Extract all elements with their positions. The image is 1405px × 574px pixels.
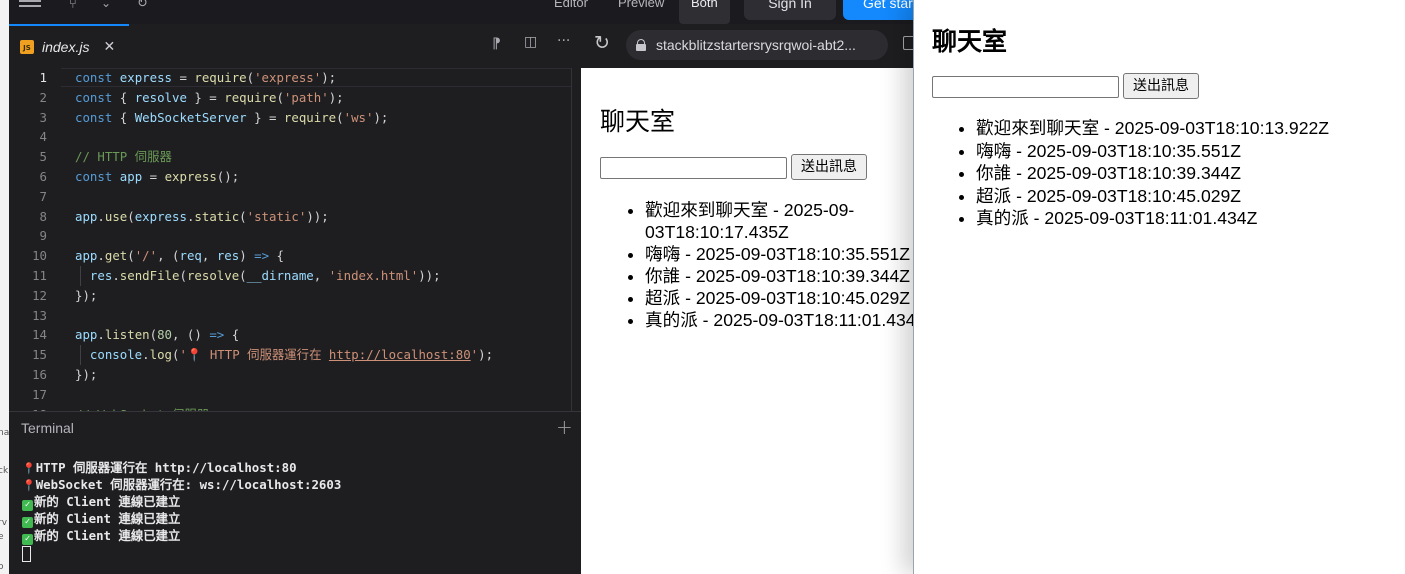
code-line: 4 [39, 129, 47, 145]
terminal-line: ✓ 新的 Client 連線已建立 [22, 511, 341, 528]
terminal-panel[interactable]: Terminal + 📍HTTP 伺服器運行在 http://localhost… [9, 411, 581, 574]
terminal-line: ✓ 新的 Client 連線已建立 [22, 494, 341, 511]
message-item: 歡迎來到聊天室 - 2025-09-03T18:10:13.922Z [976, 117, 1329, 140]
split-editor-icon[interactable]: ◫ [524, 34, 537, 50]
popup-browser-window: 聊天室 送出訊息 歡迎來到聊天室 - 2025-09-03T18:10:13.9… [913, 0, 1405, 574]
top-toolbar: ⑂ ⌄ ↻ Editor Preview Both Sign In Get st… [9, 0, 933, 24]
code-line: 17 [32, 386, 47, 402]
code-line: 7 [39, 188, 47, 204]
tab-both[interactable]: Both [679, 0, 730, 24]
reload-icon[interactable]: ↻ [594, 32, 610, 54]
message-item: 超派 - 2025-09-03T18:10:45.029Z [645, 287, 913, 309]
message-list: 歡迎來到聊天室 - 2025-09-03T18:10:13.922Z 嗨嗨 - … [956, 117, 1329, 230]
message-item: 你誰 - 2025-09-03T18:10:39.344Z [645, 265, 913, 287]
add-terminal-icon[interactable]: + [556, 415, 573, 439]
message-item: 嗨嗨 - 2025-09-03T18:10:35.551Z [976, 140, 1329, 163]
code-line: 3 const { WebSocketServer } = require('ws… [39, 109, 389, 125]
message-item: 歡迎來到聊天室 - 2025-09-03T18:10:17.435Z [645, 199, 875, 243]
terminal-title: Terminal [21, 420, 74, 436]
message-input[interactable] [600, 157, 787, 179]
check-icon: ✓ [22, 500, 33, 511]
message-item: 真的派 - 2025-09-03T18:11:01.434Z [645, 309, 913, 331]
terminal-output: 📍HTTP 伺服器運行在 http://localhost:80 📍WebSoc… [22, 460, 341, 566]
send-message-button[interactable]: 送出訊息 [1123, 73, 1199, 99]
code-line: 5// HTTP 伺服器 [39, 149, 172, 165]
terminal-line: 📍HTTP 伺服器運行在 http://localhost:80 [22, 460, 297, 475]
code-line: 8 app.use(express.static('static')); [39, 208, 329, 224]
code-line: 13 [32, 307, 47, 323]
tab-editor[interactable]: Editor [542, 0, 600, 24]
more-options-icon[interactable]: ··· [557, 33, 570, 49]
javascript-file-icon: JS [20, 40, 34, 54]
editor-tab-bar: JS index.js ✕ ⁋ ◫ ··· ↻ stackblitzstarte… [9, 24, 915, 68]
preview-url: stackblitzstartersrysrqwoi-abt2... [656, 37, 856, 53]
background-window-edge: na ck rv e o [0, 0, 9, 574]
lock-icon [636, 39, 646, 51]
file-tab-label: index.js [42, 39, 90, 55]
code-line: 1 const express = require('express'); [39, 70, 337, 85]
code-editor[interactable]: 1 const express = require('express'); 2 co… [9, 68, 581, 411]
message-item: 真的派 - 2025-09-03T18:11:01.434Z [976, 207, 1329, 230]
close-icon[interactable]: ✕ [103, 39, 115, 55]
send-message-button[interactable]: 送出訊息 [791, 154, 867, 180]
code-line: 12}); [32, 287, 98, 303]
preview-url-bar[interactable]: stackblitzstartersrysrqwoi-abt2... [626, 30, 888, 60]
code-line: 15 console.log('📍 HTTP 伺服器運行在 http://loc… [32, 347, 494, 363]
code-line: 11 res.sendFile(resolve(__dirname, 'inde… [32, 268, 441, 283]
code-line: 16}); [32, 367, 98, 382]
message-input[interactable] [932, 76, 1119, 98]
chevron-down-icon[interactable]: ⌄ [101, 0, 111, 10]
history-icon[interactable]: ↻ [137, 0, 148, 11]
check-icon: ✓ [22, 517, 33, 528]
code-line: 2 const { resolve } = require('path'); [39, 89, 344, 105]
pin-icon: 📍 [22, 479, 36, 492]
message-item: 你誰 - 2025-09-03T18:10:39.344Z [976, 162, 1329, 185]
terminal-cursor [22, 546, 31, 562]
sign-in-button[interactable]: Sign In [744, 0, 836, 20]
file-tab-index-js[interactable]: JS index.js ✕ [9, 24, 129, 68]
preview-pane: 聊天室 送出訊息 歡迎來到聊天室 - 2025-09-03T18:10:17.4… [581, 68, 913, 574]
page-title: 聊天室 [932, 27, 1008, 56]
tab-preview[interactable]: Preview [606, 0, 676, 24]
code-line: 10 app.get('/', (req, res) => { [32, 248, 284, 264]
terminal-line: ✓ 新的 Client 連線已建立 [22, 528, 341, 545]
editor-scrollbar-separator [571, 68, 572, 411]
code-line: 9 [39, 228, 47, 244]
fork-icon[interactable]: ⑂ [69, 0, 77, 12]
code-line: 6 const app = express(); [39, 169, 240, 184]
message-list: 歡迎來到聊天室 - 2025-09-03T18:10:17.435Z 嗨嗨 - … [625, 199, 913, 331]
message-item: 超派 - 2025-09-03T18:10:45.029Z [976, 185, 1329, 208]
message-item: 嗨嗨 - 2025-09-03T18:10:35.551Z [645, 243, 913, 265]
terminal-line: 📍WebSocket 伺服器運行在: ws://localhost:2603 [22, 477, 342, 492]
format-icon[interactable]: ⁋ [492, 36, 501, 52]
code-line: 14 app.listen(80, () => { [32, 327, 240, 343]
pin-icon: 📍 [22, 462, 36, 475]
page-title: 聊天室 [600, 107, 676, 136]
hamburger-menu-icon[interactable] [19, 0, 41, 12]
check-icon: ✓ [22, 534, 33, 545]
